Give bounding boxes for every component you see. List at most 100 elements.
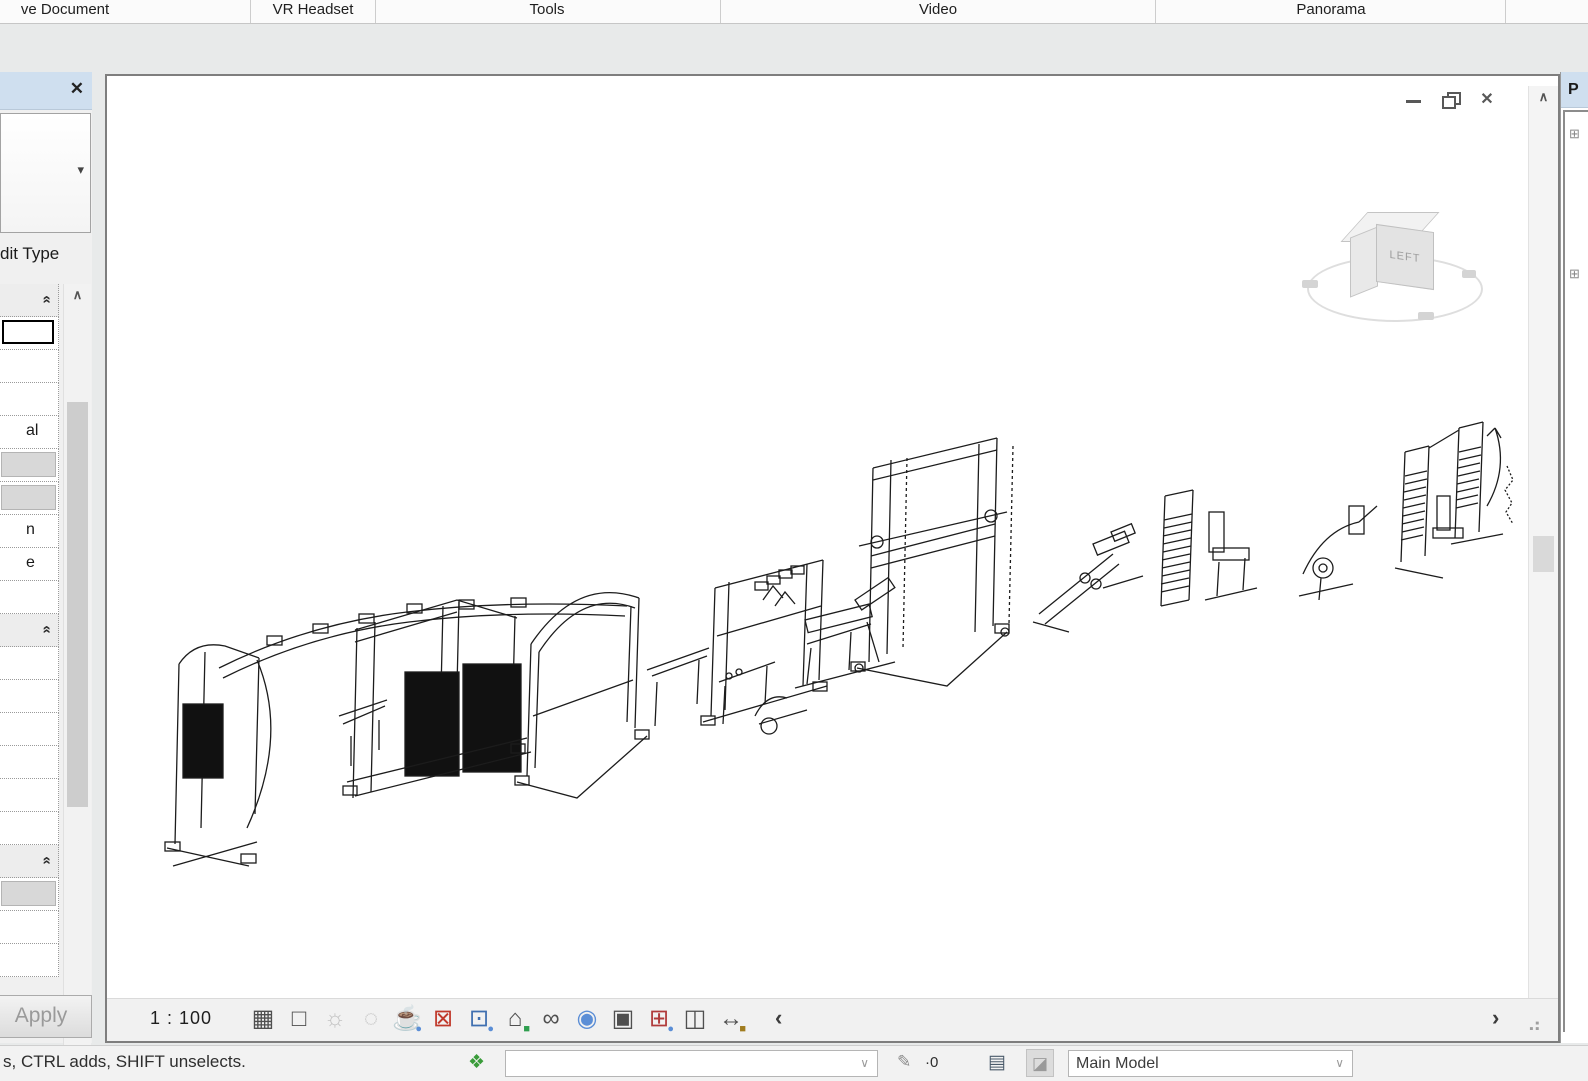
project-browser-panel: P ⊞ ⊞: [1560, 72, 1588, 1043]
section-collapse-icon[interactable]: »: [37, 295, 54, 303]
property-value-text: n: [26, 521, 35, 539]
temporary-view-properties-icon[interactable]: ▣: [605, 1001, 641, 1037]
ribbon-panel-active-document[interactable]: ve Document: [21, 1, 109, 18]
temporary-view-properties-glyph: ▣: [612, 1005, 635, 1032]
show-analytical-model-glyph: ⊞: [649, 1005, 669, 1032]
reveal-constraints-icon[interactable]: ↔■: [713, 1001, 749, 1037]
drawing-view-window[interactable]: ✕ LEFT: [105, 74, 1560, 1043]
properties-scrollbar[interactable]: ∧ ∨: [63, 284, 91, 1067]
status-message: s, CTRL adds, SHIFT unselects.: [3, 1052, 246, 1072]
property-row: [0, 350, 59, 383]
property-value-readonly: [1, 881, 56, 906]
reveal-hidden-elements-glyph: ◉: [577, 1005, 598, 1032]
show-crop-region-icon[interactable]: ⊡●: [461, 1001, 497, 1037]
properties-grid: » al ne » »: [0, 284, 60, 977]
property-row: [0, 746, 59, 779]
property-value-text: e: [26, 554, 35, 572]
sun-path-off-icon[interactable]: ☼: [317, 1001, 353, 1037]
project-browser-tree[interactable]: ⊞ ⊞: [1563, 110, 1588, 1032]
property-row: [0, 383, 59, 416]
design-options-icon[interactable]: ▤: [988, 1051, 1006, 1074]
section-header-row[interactable]: »: [0, 284, 59, 317]
do-not-crop-view-icon[interactable]: ⊠: [425, 1001, 461, 1037]
property-row: [0, 647, 59, 680]
worksets-icon[interactable]: ❖: [468, 1051, 485, 1074]
editing-requests-icon[interactable]: ✎: [897, 1052, 911, 1072]
property-value-readonly: [1, 452, 56, 477]
resize-grip-icon[interactable]: ⣠: [1527, 1007, 1542, 1032]
collapse-toolbar-icon[interactable]: ‹: [775, 1005, 782, 1031]
tree-expand-icon[interactable]: ⊞: [1569, 126, 1580, 142]
view-control-icons: ▦□☼◌☕●⊠⊡●⌂■∞◉▣⊞●◫↔■: [245, 1001, 749, 1039]
properties-palette-header[interactable]: ✕: [0, 72, 92, 110]
canvas-vertical-scrollbar[interactable]: ∧ ∨: [1528, 86, 1558, 1016]
property-value-text: al: [26, 422, 38, 440]
reveal-hidden-elements-icon[interactable]: ◉: [569, 1001, 605, 1037]
chevron-down-icon[interactable]: ∨: [860, 1056, 869, 1070]
locked-3d-view-icon[interactable]: ⌂■: [497, 1001, 533, 1037]
section-header-row[interactable]: »: [0, 614, 59, 647]
highlight-displacement-sets-icon[interactable]: ◫: [677, 1001, 713, 1037]
ribbon-panel-row: ve Document VR Headset Tools Video Panor…: [0, 0, 1588, 24]
scrollbar-thumb[interactable]: [67, 402, 88, 807]
show-rendering-dialog-icon[interactable]: ☕●: [389, 1001, 425, 1037]
property-value-readonly: [1, 485, 56, 510]
section-collapse-icon[interactable]: »: [37, 856, 54, 864]
detail-level-icon[interactable]: ▦: [245, 1001, 281, 1037]
ribbon-panel-video[interactable]: Video: [919, 1, 957, 18]
close-icon[interactable]: ✕: [70, 79, 84, 99]
ribbon-panel-panorama[interactable]: Panorama: [1296, 1, 1365, 18]
properties-palette: ✕ ▾ dit Type »alne»» ∧ ∨ Apply: [0, 72, 92, 1043]
property-row: [0, 581, 59, 614]
project-browser-header[interactable]: P: [1561, 72, 1588, 108]
property-row: [0, 713, 59, 746]
property-row: [0, 911, 59, 944]
section-collapse-icon[interactable]: »: [37, 625, 54, 633]
reveal-constraints-badge: ■: [739, 1024, 746, 1035]
ribbon-separator: [1505, 0, 1506, 23]
tree-expand-icon[interactable]: ⊞: [1569, 266, 1580, 282]
ribbon-panel-tools[interactable]: Tools: [529, 1, 564, 18]
property-row[interactable]: al: [0, 416, 59, 449]
temporary-hide-isolate-icon[interactable]: ∞: [533, 1001, 569, 1037]
property-value-input[interactable]: [2, 320, 54, 344]
active-workset-dropdown[interactable]: ∨: [505, 1050, 878, 1077]
edit-type-button[interactable]: dit Type: [0, 244, 88, 264]
scroll-up-icon[interactable]: ∧: [64, 287, 91, 303]
highlight-displacement-sets-glyph: ◫: [684, 1005, 707, 1032]
scroll-up-icon[interactable]: ∧: [1529, 89, 1558, 105]
active-only-toggle-icon[interactable]: ◪: [1026, 1049, 1054, 1077]
design-option-value: Main Model: [1076, 1055, 1159, 1073]
property-row[interactable]: e: [0, 548, 59, 581]
visual-style-icon[interactable]: □: [281, 1001, 317, 1037]
ribbon-separator: [1155, 0, 1156, 23]
property-row[interactable]: n: [0, 515, 59, 548]
scrollbar-thumb[interactable]: [1533, 536, 1554, 572]
show-analytical-model-icon[interactable]: ⊞●: [641, 1001, 677, 1037]
ribbon-separator: [375, 0, 376, 23]
view-scale-button[interactable]: 1 : 100: [150, 1008, 212, 1029]
show-rendering-dialog-badge: ●: [415, 1024, 422, 1035]
property-row: [0, 812, 59, 845]
status-bar: s, CTRL adds, SHIFT unselects. ❖ ∨ ✎ ·0 …: [0, 1045, 1588, 1081]
apply-button[interactable]: Apply: [0, 995, 92, 1038]
model-3d-wireframe: [107, 76, 1528, 1003]
ribbon-gap-strip: [0, 24, 1588, 72]
ribbon-separator: [720, 0, 721, 23]
design-option-dropdown[interactable]: Main Model ∨: [1068, 1050, 1353, 1077]
property-row[interactable]: [0, 449, 59, 482]
property-row[interactable]: [0, 482, 59, 515]
show-crop-region-glyph: ⊡: [469, 1005, 489, 1032]
type-selector-dropdown[interactable]: ▾: [0, 113, 91, 233]
shadows-off-icon[interactable]: ◌: [353, 1001, 389, 1037]
property-row: [0, 779, 59, 812]
visual-style-glyph: □: [292, 1005, 307, 1032]
chevron-down-icon[interactable]: ∨: [1335, 1056, 1344, 1070]
property-row[interactable]: [0, 878, 59, 911]
locked-3d-view-glyph: ⌂: [508, 1005, 523, 1032]
chevron-down-icon[interactable]: ▾: [77, 162, 84, 178]
property-row[interactable]: [0, 317, 59, 350]
section-header-row[interactable]: »: [0, 845, 59, 878]
scroll-right-icon[interactable]: ›: [1492, 1005, 1499, 1031]
ribbon-panel-vr-headset[interactable]: VR Headset: [273, 1, 354, 18]
